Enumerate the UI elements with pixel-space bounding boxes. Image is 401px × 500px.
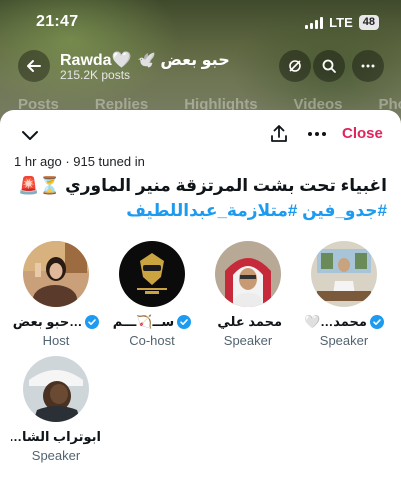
- participant-name: ســ🏹ـــم: [112, 314, 175, 329]
- battery-icon: 48: [358, 15, 379, 30]
- close-button[interactable]: Close: [342, 125, 383, 142]
- more-dots-icon: [361, 64, 375, 68]
- avatar: [23, 241, 89, 307]
- avatar: [215, 241, 281, 307]
- participant-speaker[interactable]: ابوتراب الشا… Speaker: [10, 356, 102, 463]
- space-sheet-toolbar: Close: [0, 110, 401, 158]
- space-more-button[interactable]: [304, 121, 330, 147]
- profile-name: Rawda🤍 🕊️ حبو بعض: [60, 52, 230, 69]
- profile-post-count: 215.2K posts: [60, 68, 131, 82]
- participant-role: Speaker: [31, 448, 81, 463]
- participant-speaker[interactable]: محمد علي (ب… Speaker: [202, 241, 294, 348]
- participant-name-row: حبو بعض…: [10, 314, 102, 330]
- avatar: [119, 241, 185, 307]
- space-title: اغبياء تحت بشت المرتزقة منير الماوري ⏳🚨: [18, 176, 387, 195]
- participant-host[interactable]: حبو بعض… Host: [10, 241, 102, 348]
- participant-name: محمد…🤍: [304, 314, 367, 329]
- verified-badge-icon: [177, 315, 192, 329]
- participant-speaker[interactable]: محمد…🤍 Speaker: [298, 241, 390, 348]
- signal-icon: [305, 16, 324, 29]
- share-button[interactable]: [266, 121, 292, 147]
- participant-cohost[interactable]: ســ🏹ـــم Co-host: [106, 241, 198, 348]
- bell-off-icon: [289, 60, 301, 72]
- space-hashtags[interactable]: #جدو_فين #متلازمة_عبداللطيف: [7, 201, 387, 221]
- participant-role: Speaker: [319, 333, 369, 348]
- participant-role: Speaker: [223, 333, 273, 348]
- participant-name: محمد علي (ب…: [214, 314, 282, 329]
- participant-name-row: ابوتراب الشا…: [10, 429, 102, 445]
- profile-more-button[interactable]: [352, 50, 384, 82]
- space-meta: 1 hr ago · 915 tuned in: [14, 154, 145, 169]
- participant-name: حبو بعض…: [12, 314, 83, 329]
- participant-role: Co-host: [129, 333, 175, 348]
- status-time: 21:47: [36, 13, 79, 30]
- network-label: LTE: [329, 15, 353, 30]
- share-icon: [271, 125, 287, 142]
- verified-badge-icon: [369, 315, 384, 329]
- notifications-off-button[interactable]: [279, 50, 311, 82]
- avatar: [23, 356, 89, 422]
- chevron-down-icon: [22, 131, 38, 140]
- more-dots-icon: [308, 132, 326, 136]
- verified-badge-icon: [85, 315, 100, 329]
- status-indicators: LTE 48: [305, 15, 379, 30]
- status-bar: 21:47 LTE 48: [0, 0, 401, 44]
- participant-name-row: محمد…🤍: [298, 314, 390, 330]
- space-sheet: Close 1 hr ago · 915 tuned in اغبياء تحت…: [0, 110, 401, 500]
- participant-role: Host: [42, 333, 70, 348]
- search-button[interactable]: [313, 50, 345, 82]
- search-icon: [322, 59, 336, 73]
- back-button[interactable]: [18, 50, 50, 82]
- participant-name: ابوتراب الشا…: [11, 429, 101, 444]
- collapse-button[interactable]: [18, 124, 42, 148]
- profile-bar: Rawda🤍 🕊️ حبو بعض 215.2K posts: [0, 47, 401, 87]
- arrow-left-icon: [27, 60, 41, 72]
- participant-name-row: محمد علي (ب…: [202, 314, 294, 330]
- participant-name-row: ســ🏹ـــم: [106, 314, 198, 330]
- avatar: [311, 241, 377, 307]
